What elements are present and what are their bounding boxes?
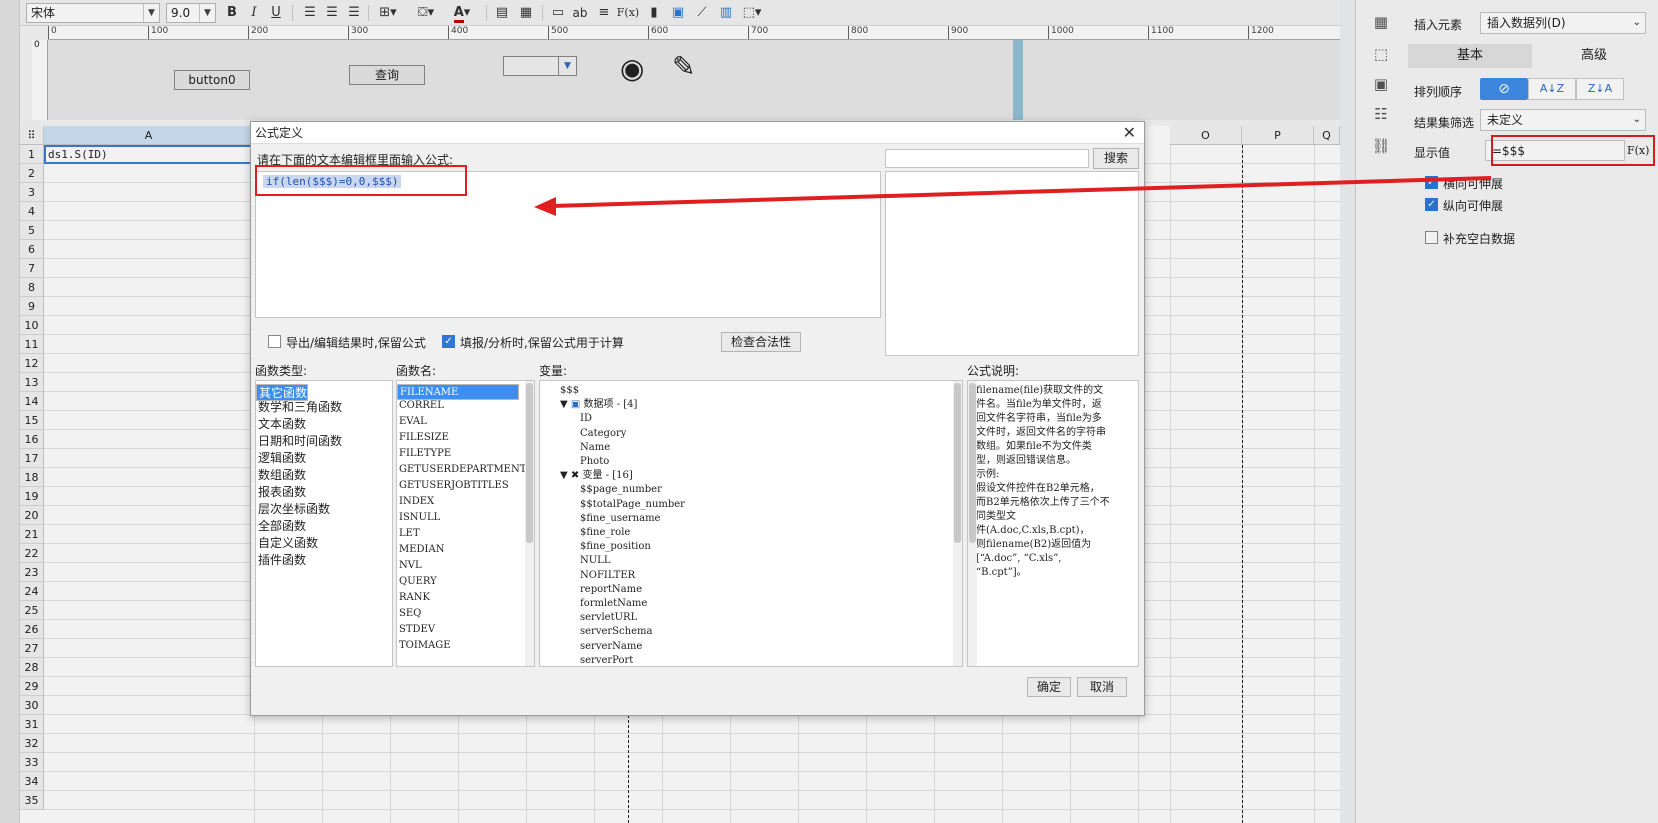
arrow-head — [534, 197, 556, 216]
annotation-arrow — [534, 176, 1492, 216]
arrow-shaft — [551, 176, 1492, 208]
